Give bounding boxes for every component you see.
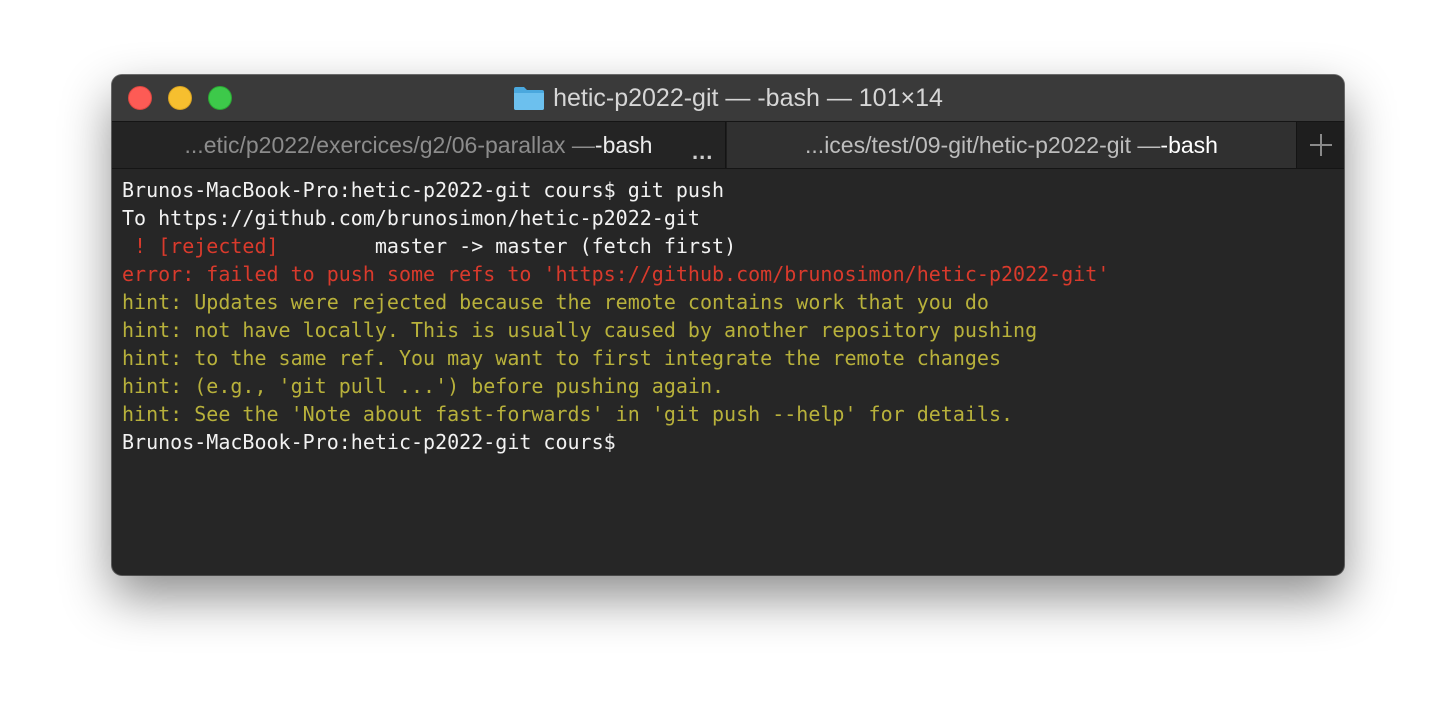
terminal-line: hint: to the same ref. You may want to f… bbox=[122, 344, 1334, 372]
plus-icon bbox=[1310, 134, 1332, 156]
terminal-output[interactable]: Brunos-MacBook-Pro:hetic-p2022-git cours… bbox=[122, 176, 1334, 566]
terminal-line: Brunos-MacBook-Pro:hetic-p2022-git cours… bbox=[122, 428, 1334, 456]
new-tab-button[interactable] bbox=[1298, 122, 1344, 168]
terminal-text: hint: not have locally. This is usually … bbox=[122, 318, 1038, 342]
terminal-text-segment: master -> master (fetch first) bbox=[278, 234, 737, 258]
tab-command: -bash bbox=[1160, 131, 1218, 158]
terminal-text: Brunos-MacBook-Pro:hetic-p2022-git cours… bbox=[122, 430, 628, 454]
tab-overflow-icon[interactable]: ... bbox=[692, 139, 713, 165]
terminal-line: Brunos-MacBook-Pro:hetic-p2022-git cours… bbox=[122, 176, 1334, 204]
window-title: hetic-p2022-git — -bash — 101×14 bbox=[112, 75, 1344, 121]
tab-command: -bash bbox=[594, 131, 653, 158]
terminal-line: error: failed to push some refs to 'http… bbox=[122, 260, 1334, 288]
terminal-text-segment: ! [rejected] bbox=[122, 234, 279, 258]
terminal-text: hint: Updates were rejected because the … bbox=[122, 290, 989, 314]
tab-bar: ...etic/p2022/exercices/g2/06-parallax —… bbox=[112, 121, 1344, 169]
terminal-text: hint: See the 'Note about fast-forwards'… bbox=[122, 402, 1014, 426]
terminal-window: hetic-p2022-git — -bash — 101×14 ...etic… bbox=[112, 75, 1344, 575]
terminal-text: error: failed to push some refs to 'http… bbox=[122, 262, 1110, 286]
tab-path: ...ices/test/09-git/hetic-p2022-git — bbox=[805, 131, 1161, 158]
tab-hetic-git[interactable]: ...ices/test/09-git/hetic-p2022-git — -b… bbox=[727, 122, 1297, 168]
terminal-text: hint: to the same ref. You may want to f… bbox=[122, 346, 1001, 370]
tab-path: ...etic/p2022/exercices/g2/06-parallax — bbox=[184, 131, 595, 158]
terminal-text: hint: (e.g., 'git pull ...') before push… bbox=[122, 374, 725, 398]
terminal-line: hint: not have locally. This is usually … bbox=[122, 316, 1334, 344]
terminal-text: Brunos-MacBook-Pro:hetic-p2022-git cours… bbox=[122, 178, 725, 202]
window-title-text: hetic-p2022-git — -bash — 101×14 bbox=[553, 83, 943, 112]
terminal-line: hint: (e.g., 'git pull ...') before push… bbox=[122, 372, 1334, 400]
terminal-line: hint: See the 'Note about fast-forwards'… bbox=[122, 400, 1334, 428]
terminal-text: To https://github.com/brunosimon/hetic-p… bbox=[122, 206, 700, 230]
terminal-line: hint: Updates were rejected because the … bbox=[122, 288, 1334, 316]
terminal-line: To https://github.com/brunosimon/hetic-p… bbox=[122, 204, 1334, 232]
title-bar[interactable]: hetic-p2022-git — -bash — 101×14 bbox=[112, 75, 1344, 121]
terminal-line: ! [rejected] master -> master (fetch fir… bbox=[122, 232, 1334, 260]
folder-icon bbox=[513, 85, 545, 111]
tab-parallax[interactable]: ...etic/p2022/exercices/g2/06-parallax —… bbox=[112, 122, 726, 168]
